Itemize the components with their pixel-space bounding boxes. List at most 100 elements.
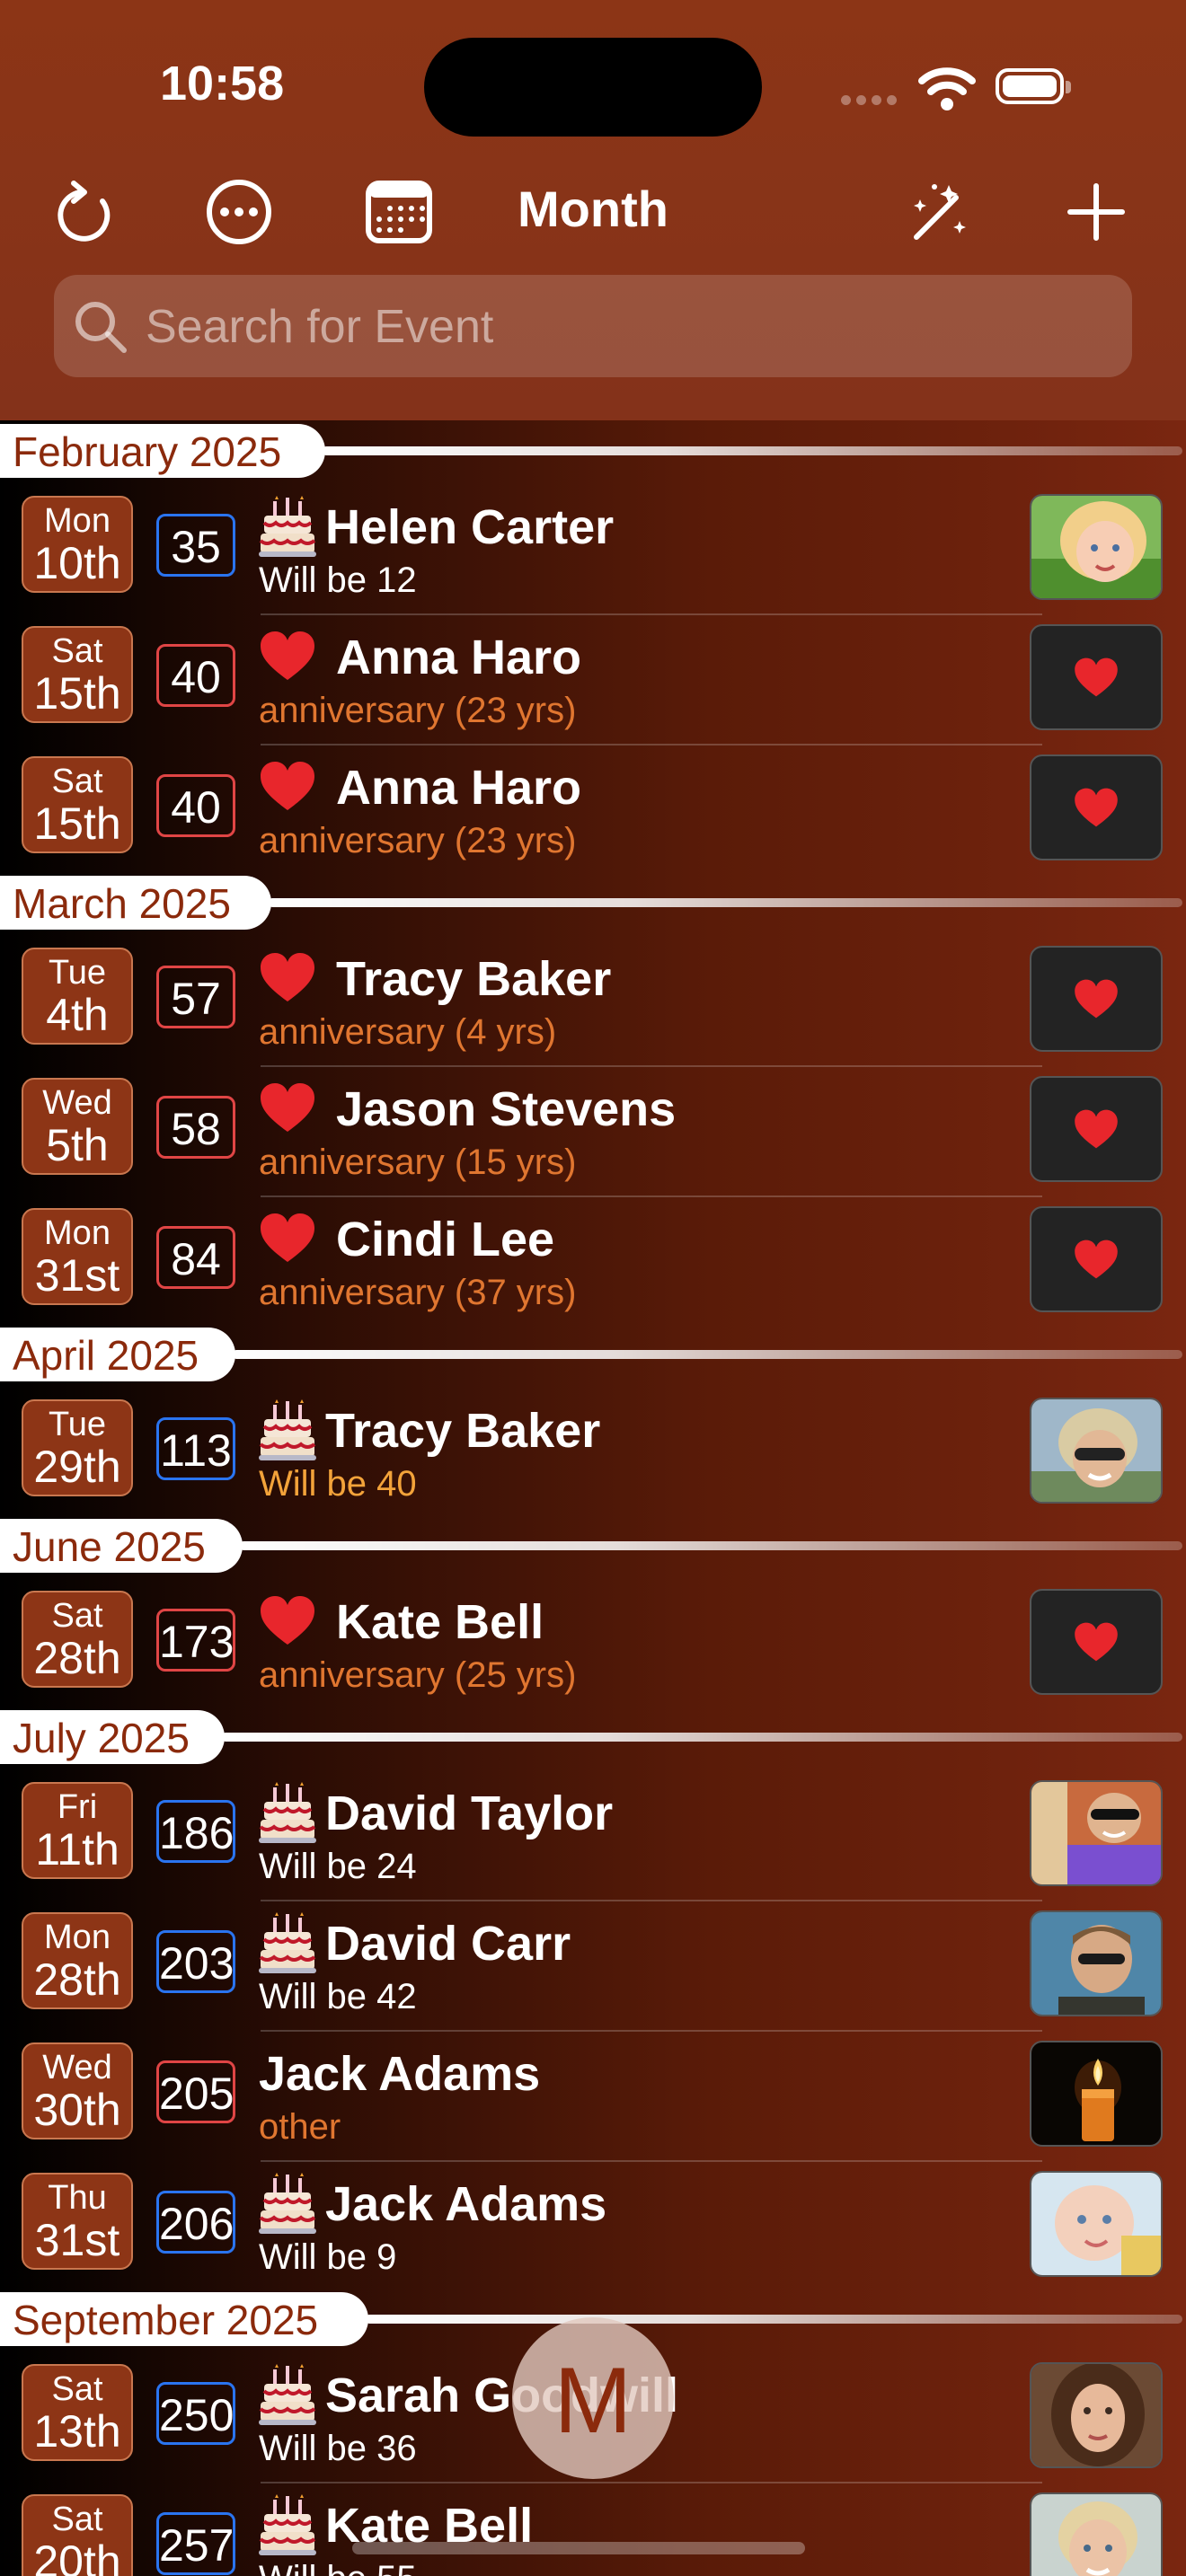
date-badge: Sat 20th <box>22 2494 133 2576</box>
search-input[interactable] <box>144 275 1118 379</box>
day-of-month: 15th <box>33 668 121 719</box>
event-heart-thumbnail <box>1030 1206 1163 1312</box>
days-until-count: 257 <box>156 2512 235 2575</box>
event-row[interactable]: Sat20th257Kate BellWill be 55 <box>0 2483 1186 2576</box>
day-of-month: 30th <box>33 2085 121 2135</box>
day-of-month: 15th <box>33 798 121 849</box>
weekday-label: Wed <box>42 2049 112 2086</box>
weekday-label: Fri <box>57 1788 98 1826</box>
day-of-month: 28th <box>33 1954 121 2005</box>
weekday-label: Mon <box>44 1919 111 1956</box>
event-name: Tracy Baker <box>325 1404 601 1458</box>
weekday-label: Tue <box>48 954 107 992</box>
month-index-button[interactable]: M <box>512 2317 674 2479</box>
contact-photo <box>1030 1780 1163 1886</box>
add-event-button[interactable] <box>1060 176 1132 248</box>
status-time: 10:58 <box>160 57 285 110</box>
event-subtitle: anniversary (37 yrs) <box>259 1273 577 1312</box>
event-heart-thumbnail <box>1030 1589 1163 1695</box>
days-until-count: 58 <box>156 1096 235 1159</box>
section-divider <box>268 898 1182 907</box>
header: 10:58 Month <box>0 0 1186 420</box>
event-heart-thumbnail <box>1030 946 1163 1052</box>
days-until-count: 186 <box>156 1800 235 1863</box>
event-row[interactable]: Sat 28th 173 Kate Bell anniversary (25 yrs) <box>0 1580 1186 1710</box>
event-subtitle: anniversary (23 yrs) <box>259 821 577 860</box>
heart-icon <box>259 630 323 694</box>
month-section-header: February 2025 <box>0 424 1186 478</box>
event-name: Anna Haro <box>336 761 582 815</box>
event-row[interactable]: Tue 4th 57 Tracy Baker anniversary (4 yrs) <box>0 937 1186 1067</box>
day-of-month: 11th <box>35 1824 119 1875</box>
event-row[interactable]: Fri 11th 186 David Taylor Will be 24 <box>0 1771 1186 1901</box>
birthday-cake-icon <box>259 1396 323 1464</box>
refresh-icon <box>58 181 111 242</box>
event-row[interactable]: Sat 15th 40 Anna Haro anniversary (23 yrs) <box>0 615 1186 745</box>
date-badge: Wed 30th <box>22 2042 133 2139</box>
event-row[interactable]: Mon 10th 35 Helen Carter Will be 12 <box>0 485 1186 615</box>
event-row[interactable]: Thu 31st 206 Jack Adams Will be 9 <box>0 2162 1186 2292</box>
event-subtitle: Will be 12 <box>259 560 417 600</box>
event-row[interactable]: Wed 5th 58 Jason Stevens anniversary (15 yrs… <box>0 1067 1186 1197</box>
date-badge: Sat 28th <box>22 1591 133 1688</box>
contact-photo <box>1030 2492 1163 2576</box>
day-of-month: 20th <box>33 2536 121 2576</box>
search-bar[interactable] <box>54 275 1132 379</box>
date-badge: Sat 15th <box>22 756 133 853</box>
magic-wand-icon <box>914 184 966 240</box>
event-subtitle: anniversary (23 yrs) <box>259 691 577 730</box>
event-name: Jason Stevens <box>336 1082 677 1136</box>
date-badge: Mon 10th <box>22 496 133 593</box>
month-section-title: July 2025 <box>0 1710 225 1764</box>
refresh-button[interactable] <box>50 176 122 248</box>
more-button[interactable] <box>203 176 275 248</box>
event-row[interactable]: Tue 29th 113 Tracy Baker Will be 40 <box>0 1389 1186 1519</box>
contact-photo <box>1030 494 1163 600</box>
date-badge: Thu 31st <box>22 2173 133 2270</box>
contact-photo <box>1030 2171 1163 2277</box>
birthday-cake-icon <box>259 492 323 560</box>
event-list[interactable]: February 2025 Mon 10th 35 Helen Carter Will b… <box>0 420 1186 2576</box>
view-mode-title[interactable]: Month <box>467 180 719 238</box>
event-name: Helen Carter <box>325 500 615 554</box>
event-subtitle: anniversary (15 yrs) <box>259 1142 577 1182</box>
event-row[interactable]: Sat 15th 40 Anna Haro anniversary (23 yrs) <box>0 745 1186 876</box>
days-until-count: 205 <box>156 2060 235 2123</box>
event-heart-thumbnail <box>1030 624 1163 730</box>
month-section-title: March 2025 <box>0 876 271 930</box>
contact-photo <box>1030 2041 1163 2147</box>
birthday-cake-icon <box>259 1778 323 1847</box>
magic-wand-button[interactable] <box>902 176 974 248</box>
event-subtitle: Will be 40 <box>259 1464 417 1504</box>
date-badge: Tue 4th <box>22 948 133 1045</box>
dynamic-island <box>424 38 762 137</box>
day-of-month: 29th <box>33 1442 121 1492</box>
birthday-cake-icon <box>259 2491 323 2559</box>
birthday-cake-icon <box>259 1909 323 1977</box>
section-divider <box>221 1733 1182 1742</box>
event-heart-thumbnail <box>1030 1076 1163 1182</box>
contact-photo <box>1030 1398 1163 1504</box>
calendar-icon <box>366 181 432 243</box>
home-indicator <box>352 2542 805 2554</box>
event-name: Tracy Baker <box>336 952 612 1006</box>
calendar-button[interactable] <box>363 176 435 248</box>
day-of-month: 31st <box>34 2215 120 2265</box>
date-badge: Mon 31st <box>22 1208 133 1305</box>
event-subtitle: other <box>259 2107 341 2147</box>
month-section-title: September 2025 <box>0 2292 368 2346</box>
event-row[interactable]: Wed 30th 205 Jack Adams other <box>0 2032 1186 2162</box>
month-section-title: June 2025 <box>0 1519 243 1573</box>
event-row[interactable]: Mon 31st 84 Cindi Lee anniversary (37 yrs) <box>0 1197 1186 1328</box>
weekday-label: Wed <box>42 1084 112 1122</box>
month-section-title: February 2025 <box>0 424 325 478</box>
heart-icon <box>259 760 323 825</box>
section-divider <box>232 1350 1182 1359</box>
date-badge: Wed 5th <box>22 1078 133 1175</box>
event-row[interactable]: Mon 28th 203 David Carr Will be 42 <box>0 1901 1186 2032</box>
weekday-label: Sat <box>51 1597 103 1635</box>
date-badge: Fri 11th <box>22 1782 133 1879</box>
cellular-signal-icon <box>841 93 902 110</box>
days-until-count: 203 <box>156 1930 235 1993</box>
date-badge: Sat 15th <box>22 626 133 723</box>
